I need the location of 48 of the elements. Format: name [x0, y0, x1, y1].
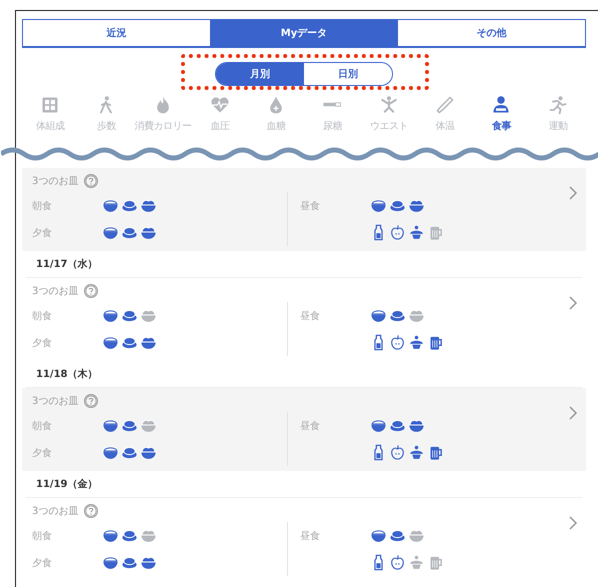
section-label: 3つのお皿 [32, 505, 78, 518]
category-tab[interactable]: 体温 [416, 95, 474, 133]
help-icon[interactable] [84, 504, 98, 518]
meal-label: 昼食 [300, 420, 321, 432]
category-tab[interactable]: 歩数 [78, 95, 135, 133]
meal-label: 夕食 [32, 336, 53, 350]
category-tab[interactable]: 血圧 [192, 95, 248, 133]
category-tab[interactable]: 消費カロリー [134, 95, 192, 133]
date-heading: 11/19（金） [36, 478, 98, 491]
help-icon[interactable] [84, 174, 98, 188]
chevron-icon [568, 406, 578, 420]
section-label: 3つのお皿 [32, 175, 78, 188]
scale-icon [40, 95, 60, 115]
heart-icon [210, 95, 230, 115]
meal-label: 朝食 [32, 200, 53, 212]
help-icon[interactable] [84, 284, 98, 298]
category-tab[interactable]: 血糖 [248, 95, 304, 133]
category-tab[interactable]: 体組成 [22, 95, 78, 133]
meal-label: 昼食 [300, 200, 321, 212]
meal-label: 朝食 [32, 310, 53, 322]
category-tab[interactable]: 運動 [530, 95, 586, 133]
tab[interactable]: Myデータ [210, 20, 398, 46]
category-tab[interactable]: 食事 [473, 95, 530, 133]
section-label: 3つのお皿 [32, 395, 78, 408]
person-icon [378, 95, 399, 115]
meal-label: 昼食 [300, 530, 321, 542]
category-tab[interactable]: ウエスト [360, 95, 417, 133]
meal-label: 朝食 [32, 530, 53, 542]
chevron-icon [568, 186, 578, 200]
meal-label: 夕食 [32, 556, 53, 570]
date-heading: 11/17（水） [36, 258, 98, 271]
meal-summary-card[interactable]: 3つのお皿 朝食 昼食 夕食 [22, 168, 586, 251]
help-icon[interactable] [84, 394, 98, 408]
meal-label: 夕食 [32, 446, 53, 460]
strip-icon [323, 102, 342, 107]
meal-label: 朝食 [32, 420, 53, 432]
chevron-icon [568, 516, 578, 530]
person-icon [491, 95, 512, 115]
meal-label: 夕食 [32, 226, 53, 240]
meal-label: 昼食 [300, 310, 321, 322]
date-heading: 11/18（木） [36, 368, 98, 381]
category-tab[interactable]: 尿糖 [304, 95, 361, 133]
section-label: 3つのお皿 [32, 285, 78, 298]
toggle-option[interactable]: 月別 [216, 63, 304, 85]
runner-icon [548, 95, 568, 115]
chevron-icon [568, 296, 578, 310]
thermometer-icon [435, 95, 456, 115]
meal-summary-card[interactable]: 3つのお皿 朝食 昼食 夕食 [22, 388, 586, 471]
